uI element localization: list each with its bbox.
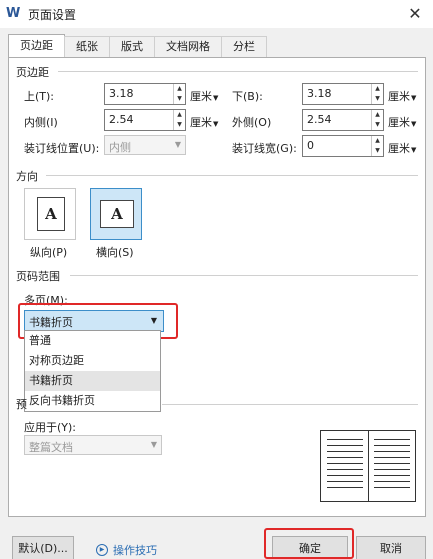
spin-up-icon[interactable]: ▲	[372, 110, 383, 120]
spin-down-icon[interactable]: ▼	[372, 94, 383, 104]
outside-margin-value: 2.54	[307, 113, 332, 126]
chevron-down-icon: ▼	[150, 440, 157, 449]
spin-down-icon[interactable]: ▼	[174, 120, 185, 130]
gutter-width-label: 装订线宽(G):	[232, 142, 297, 155]
option-reverse-book-fold[interactable]: 反向书籍折页	[25, 391, 160, 411]
landscape-page-icon: A	[100, 200, 134, 228]
default-button[interactable]: 默认(D)...	[12, 536, 74, 559]
portrait-label: 纵向(P)	[30, 246, 68, 259]
tab-layout[interactable]: 版式	[109, 36, 155, 58]
outside-margin-unit[interactable]: 厘米▼	[388, 114, 416, 130]
gutter-position-label: 装订线位置(U):	[24, 142, 100, 155]
tab-strip: 页边距 纸张 版式 文档网格 分栏	[8, 34, 267, 58]
caret-down-icon: ▼	[213, 120, 219, 128]
tab-columns[interactable]: 分栏	[221, 36, 267, 58]
tab-margins[interactable]: 页边距	[8, 34, 65, 58]
option-normal[interactable]: 普通	[25, 331, 160, 351]
title-bar: W 页面设置 ✕	[0, 0, 433, 28]
outside-margin-label: 外侧(O)	[232, 116, 272, 129]
bottom-margin-unit[interactable]: 厘米▼	[388, 88, 416, 104]
outside-margin-stepper[interactable]: 2.54 ▲ ▼	[302, 109, 384, 131]
landscape-label: 横向(S)	[96, 246, 134, 259]
bottom-margin-stepper[interactable]: 3.18 ▲ ▼	[302, 83, 384, 105]
spin-up-icon[interactable]: ▲	[372, 84, 383, 94]
tips-link[interactable]: ▶ 操作技巧	[96, 542, 157, 558]
caret-down-icon: ▼	[213, 94, 219, 102]
tab-document-grid[interactable]: 文档网格	[154, 36, 222, 58]
inside-margin-unit[interactable]: 厘米▼	[190, 114, 218, 130]
option-book-fold[interactable]: 书籍折页	[25, 371, 160, 391]
wps-writer-icon: W	[6, 6, 21, 21]
section-divider	[162, 404, 418, 405]
preview-section-label: 预	[16, 398, 27, 411]
portrait-button[interactable]: A	[24, 188, 76, 240]
tips-link-label: 操作技巧	[113, 544, 157, 557]
cancel-button[interactable]: 取消	[356, 536, 426, 559]
section-divider	[58, 71, 418, 72]
bottom-margin-label: 下(B):	[232, 90, 263, 103]
spin-down-icon[interactable]: ▼	[372, 120, 383, 130]
apply-to-select: 整篇文档 ▼	[24, 435, 162, 455]
inside-margin-stepper[interactable]: 2.54 ▲ ▼	[104, 109, 186, 131]
top-margin-stepper[interactable]: 3.18 ▲ ▼	[104, 83, 186, 105]
section-divider	[46, 175, 418, 176]
inside-margin-value: 2.54	[109, 113, 134, 126]
apply-to-label: 应用于(Y):	[24, 421, 77, 434]
tab-paper[interactable]: 纸张	[64, 36, 110, 58]
spin-up-icon[interactable]: ▲	[174, 110, 185, 120]
spin-down-icon[interactable]: ▼	[174, 94, 185, 104]
play-circle-icon: ▶	[96, 544, 108, 556]
spin-up-icon[interactable]: ▲	[372, 136, 383, 146]
gutter-width-stepper[interactable]: 0 ▲ ▼	[302, 135, 384, 157]
chevron-down-icon: ▼	[174, 140, 181, 149]
landscape-button[interactable]: A	[90, 188, 142, 240]
portrait-page-icon: A	[37, 197, 65, 231]
close-icon[interactable]: ✕	[405, 4, 425, 24]
gutter-width-unit[interactable]: 厘米▼	[388, 140, 416, 156]
gutter-width-value: 0	[307, 139, 314, 152]
multiple-pages-options-list: 普通 对称页边距 书籍折页 反向书籍折页	[24, 330, 161, 412]
book-fold-preview	[320, 430, 416, 502]
spin-down-icon[interactable]: ▼	[372, 146, 383, 156]
gutter-position-select: 内侧 ▼	[104, 135, 186, 155]
caret-down-icon: ▼	[411, 146, 417, 154]
caret-down-icon: ▼	[411, 94, 417, 102]
caret-down-icon: ▼	[411, 120, 417, 128]
window-title: 页面设置	[28, 7, 77, 22]
margins-section-label: 页边距	[16, 66, 49, 79]
option-mirror-margins[interactable]: 对称页边距	[25, 351, 160, 371]
inside-margin-label: 内侧(I)	[24, 116, 58, 129]
top-margin-label: 上(T):	[24, 90, 55, 103]
annotation-highlight-box	[264, 528, 354, 559]
top-margin-unit[interactable]: 厘米▼	[190, 88, 218, 104]
page-range-section-label: 页码范围	[16, 270, 60, 283]
dialog-body: 页边距 纸张 版式 文档网格 分栏 页边距 上(T): 3.18 ▲ ▼ 厘米▼ …	[0, 28, 433, 559]
section-divider	[70, 275, 418, 276]
spin-up-icon[interactable]: ▲	[174, 84, 185, 94]
bottom-margin-value: 3.18	[307, 87, 332, 100]
top-margin-value: 3.18	[109, 87, 134, 100]
orientation-section-label: 方向	[16, 170, 38, 183]
